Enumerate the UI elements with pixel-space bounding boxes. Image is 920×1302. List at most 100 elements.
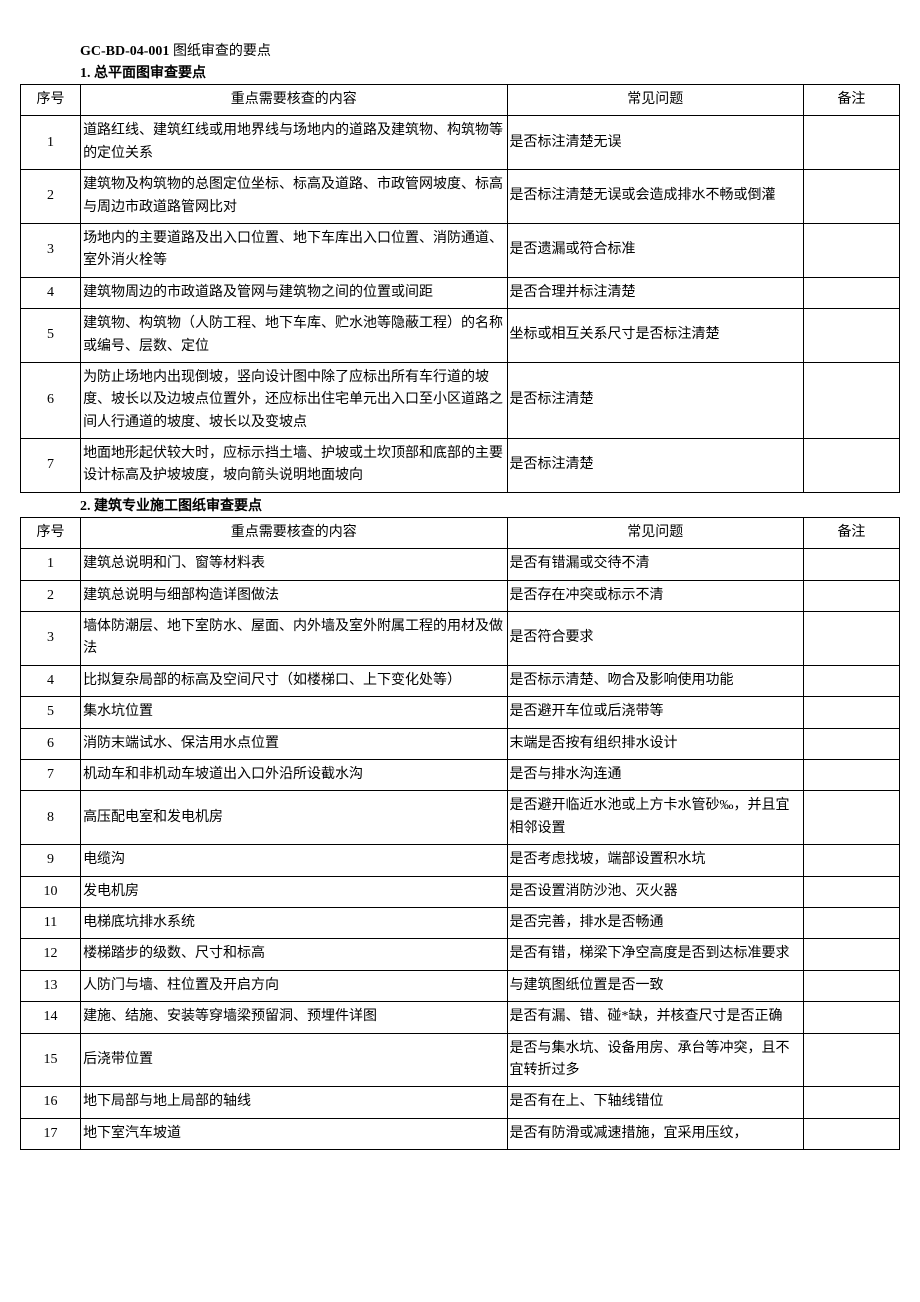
- table-row: 7机动车和非机动车坡道出入口外沿所设截水沟是否与排水沟连通: [21, 759, 900, 790]
- cell-check: 建筑总说明和门、窗等材料表: [81, 549, 507, 580]
- cell-issue: 是否有漏、错、碰*缺，并核查尺寸是否正确: [507, 1002, 803, 1033]
- cell-issue: 是否存在冲突或标示不清: [507, 580, 803, 611]
- cell-note: [803, 791, 899, 845]
- cell-check: 地面地形起伏较大时，应标示挡土墙、护坡或土坎顶部和底部的主要设计标高及护坡坡度，…: [81, 439, 507, 493]
- cell-note: [803, 845, 899, 876]
- cell-note: [803, 439, 899, 493]
- cell-idx: 2: [21, 170, 81, 224]
- table-row: 7地面地形起伏较大时，应标示挡土墙、护坡或土坎顶部和底部的主要设计标高及护坡坡度…: [21, 439, 900, 493]
- cell-note: [803, 876, 899, 907]
- doc-title-text: 图纸审查的要点: [173, 44, 271, 59]
- cell-issue: 是否完善，排水是否畅通: [507, 907, 803, 938]
- cell-check: 建施、结施、安装等穿墙梁预留洞、预埋件详图: [81, 1002, 507, 1033]
- table-row: 12楼梯踏步的级数、尺寸和标高是否有错，梯梁下净空高度是否到达标准要求: [21, 939, 900, 970]
- table-row: 1道路红线、建筑红线或用地界线与场地内的道路及建筑物、构筑物等的定位关系是否标注…: [21, 116, 900, 170]
- cell-idx: 9: [21, 845, 81, 876]
- table-row: 13人防门与墙、柱位置及开启方向与建筑图纸位置是否一致: [21, 970, 900, 1001]
- table-row: 17地下室汽车坡道是否有防滑或减速措施，宜采用压纹，: [21, 1118, 900, 1149]
- col-header-note: 备注: [803, 85, 899, 116]
- cell-check: 高压配电室和发电机房: [81, 791, 507, 845]
- col-header-check: 重点需要核查的内容: [81, 517, 507, 548]
- cell-issue: 是否有在上、下轴线错位: [507, 1087, 803, 1118]
- cell-check: 建筑物及构筑物的总图定位坐标、标高及道路、市政管网坡度、标高与周边市政道路管网比…: [81, 170, 507, 224]
- col-header-idx: 序号: [21, 85, 81, 116]
- review-table: 序号重点需要核查的内容常见问题备注1建筑总说明和门、窗等材料表是否有错漏或交待不…: [20, 517, 900, 1150]
- cell-note: [803, 728, 899, 759]
- cell-idx: 8: [21, 791, 81, 845]
- table-row: 9电缆沟是否考虑找坡，端部设置积水坑: [21, 845, 900, 876]
- table-row: 5集水坑位置是否避开车位或后浇带等: [21, 697, 900, 728]
- cell-check: 后浇带位置: [81, 1033, 507, 1087]
- cell-idx: 1: [21, 116, 81, 170]
- cell-note: [803, 907, 899, 938]
- cell-note: [803, 939, 899, 970]
- cell-issue: 是否符合要求: [507, 612, 803, 666]
- cell-check: 比拟复杂局部的标高及空间尺寸（如楼梯口、上下变化处等）: [81, 665, 507, 696]
- cell-idx: 10: [21, 876, 81, 907]
- cell-check: 电缆沟: [81, 845, 507, 876]
- cell-check: 建筑物周边的市政道路及管网与建筑物之间的位置或间距: [81, 277, 507, 308]
- cell-issue: 是否标注清楚: [507, 362, 803, 438]
- col-header-issue: 常见问题: [507, 85, 803, 116]
- cell-check: 楼梯踏步的级数、尺寸和标高: [81, 939, 507, 970]
- cell-check: 场地内的主要道路及出入口位置、地下车库出入口位置、消防通道、室外消火栓等: [81, 223, 507, 277]
- table-row: 4比拟复杂局部的标高及空间尺寸（如楼梯口、上下变化处等）是否标示清楚、吻合及影响…: [21, 665, 900, 696]
- cell-check: 建筑物、构筑物（人防工程、地下车库、贮水池等隐蔽工程）的名称或编号、层数、定位: [81, 309, 507, 363]
- cell-note: [803, 1087, 899, 1118]
- cell-check: 地下局部与地上局部的轴线: [81, 1087, 507, 1118]
- cell-note: [803, 116, 899, 170]
- doc-title: GC-BD-04-001 图纸审查的要点: [80, 40, 900, 60]
- cell-issue: 是否设置消防沙池、灭火器: [507, 876, 803, 907]
- cell-idx: 2: [21, 580, 81, 611]
- cell-note: [803, 549, 899, 580]
- cell-idx: 5: [21, 697, 81, 728]
- table-row: 3墙体防潮层、地下室防水、屋面、内外墙及室外附属工程的用材及做法是否符合要求: [21, 612, 900, 666]
- cell-issue: 是否与排水沟连通: [507, 759, 803, 790]
- cell-issue: 是否有错，梯梁下净空高度是否到达标准要求: [507, 939, 803, 970]
- table-row: 1建筑总说明和门、窗等材料表是否有错漏或交待不清: [21, 549, 900, 580]
- cell-check: 墙体防潮层、地下室防水、屋面、内外墙及室外附属工程的用材及做法: [81, 612, 507, 666]
- table-row: 10发电机房是否设置消防沙池、灭火器: [21, 876, 900, 907]
- cell-issue: 末端是否按有组织排水设计: [507, 728, 803, 759]
- cell-idx: 11: [21, 907, 81, 938]
- cell-note: [803, 170, 899, 224]
- cell-note: [803, 580, 899, 611]
- cell-check: 集水坑位置: [81, 697, 507, 728]
- table-row: 3场地内的主要道路及出入口位置、地下车库出入口位置、消防通道、室外消火栓等是否遗…: [21, 223, 900, 277]
- cell-note: [803, 1033, 899, 1087]
- col-header-check: 重点需要核查的内容: [81, 85, 507, 116]
- cell-issue: 是否遗漏或符合标准: [507, 223, 803, 277]
- cell-issue: 是否与集水坑、设备用房、承台等冲突，且不宜转折过多: [507, 1033, 803, 1087]
- table-row: 11电梯底坑排水系统是否完善，排水是否畅通: [21, 907, 900, 938]
- cell-idx: 7: [21, 439, 81, 493]
- col-header-idx: 序号: [21, 517, 81, 548]
- review-table: 序号重点需要核查的内容常见问题备注1道路红线、建筑红线或用地界线与场地内的道路及…: [20, 84, 900, 493]
- table-row: 4建筑物周边的市政道路及管网与建筑物之间的位置或间距是否合理并标注清楚: [21, 277, 900, 308]
- cell-note: [803, 665, 899, 696]
- cell-idx: 1: [21, 549, 81, 580]
- cell-check: 地下室汽车坡道: [81, 1118, 507, 1149]
- cell-check: 电梯底坑排水系统: [81, 907, 507, 938]
- cell-issue: 是否合理并标注清楚: [507, 277, 803, 308]
- cell-note: [803, 697, 899, 728]
- cell-note: [803, 223, 899, 277]
- cell-note: [803, 277, 899, 308]
- cell-note: [803, 362, 899, 438]
- cell-idx: 15: [21, 1033, 81, 1087]
- section-heading: 1. 总平面图审查要点: [80, 62, 900, 82]
- cell-issue: 是否避开临近水池或上方卡水管砂‰，并且宜相邻设置: [507, 791, 803, 845]
- table-row: 16地下局部与地上局部的轴线是否有在上、下轴线错位: [21, 1087, 900, 1118]
- table-row: 2建筑总说明与细部构造详图做法是否存在冲突或标示不清: [21, 580, 900, 611]
- col-header-note: 备注: [803, 517, 899, 548]
- cell-note: [803, 1118, 899, 1149]
- doc-title-code: GC-BD-04-001: [80, 44, 169, 59]
- cell-issue: 是否标注清楚: [507, 439, 803, 493]
- table-row: 6为防止场地内出现倒坡，竖向设计图中除了应标出所有车行道的坡度、坡长以及边坡点位…: [21, 362, 900, 438]
- cell-issue: 是否标注清楚无误: [507, 116, 803, 170]
- cell-issue: 是否有防滑或减速措施，宜采用压纹，: [507, 1118, 803, 1149]
- table-row: 15后浇带位置是否与集水坑、设备用房、承台等冲突，且不宜转折过多: [21, 1033, 900, 1087]
- section-heading: 2. 建筑专业施工图纸审查要点: [80, 495, 900, 515]
- col-header-issue: 常见问题: [507, 517, 803, 548]
- cell-issue: 是否避开车位或后浇带等: [507, 697, 803, 728]
- cell-issue: 是否标注清楚无误或会造成排水不畅或倒灌: [507, 170, 803, 224]
